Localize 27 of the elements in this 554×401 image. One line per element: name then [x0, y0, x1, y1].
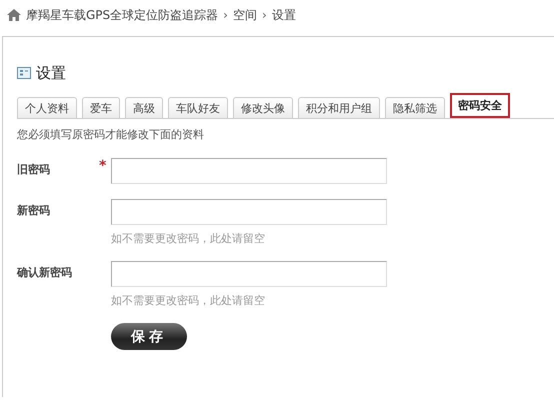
required-mark: *: [99, 158, 106, 174]
field-label: 旧密码: [17, 162, 51, 177]
breadcrumb-link[interactable]: 设置: [272, 6, 296, 24]
breadcrumb-link[interactable]: 摩羯星车载GPS全球定位防盗追踪器: [26, 6, 218, 24]
tab[interactable]: 积分和用户组: [298, 97, 380, 118]
tab[interactable]: 密码安全: [450, 93, 510, 118]
tab[interactable]: 高级: [125, 97, 163, 118]
notice-text: 您必须填写原密码才能修改下面的资料: [17, 127, 205, 142]
hint-text: 如不需要更改密码，此处请留空: [111, 293, 266, 308]
password-field[interactable]: [111, 261, 387, 287]
hint-text: 如不需要更改密码，此处请留空: [111, 231, 266, 246]
separator: ›: [223, 8, 228, 22]
field-label: 新密码: [17, 203, 51, 218]
breadcrumb-link[interactable]: 空间: [232, 6, 257, 24]
tab[interactable]: 车队好友: [168, 97, 228, 118]
password-field[interactable]: [111, 158, 387, 184]
home-icon[interactable]: [7, 9, 21, 21]
password-field[interactable]: [111, 199, 387, 225]
tab[interactable]: 爱车: [82, 97, 120, 118]
separator: ›: [262, 8, 267, 22]
save-button[interactable]: 保存: [111, 323, 187, 350]
tab[interactable]: 隐私筛选: [385, 97, 445, 118]
settings-card-icon: [17, 66, 31, 80]
tab[interactable]: 修改头像: [233, 97, 293, 118]
field-label: 确认新密码: [17, 265, 73, 280]
tab[interactable]: 个人资料: [17, 97, 77, 118]
page-title: 设置: [36, 64, 66, 82]
